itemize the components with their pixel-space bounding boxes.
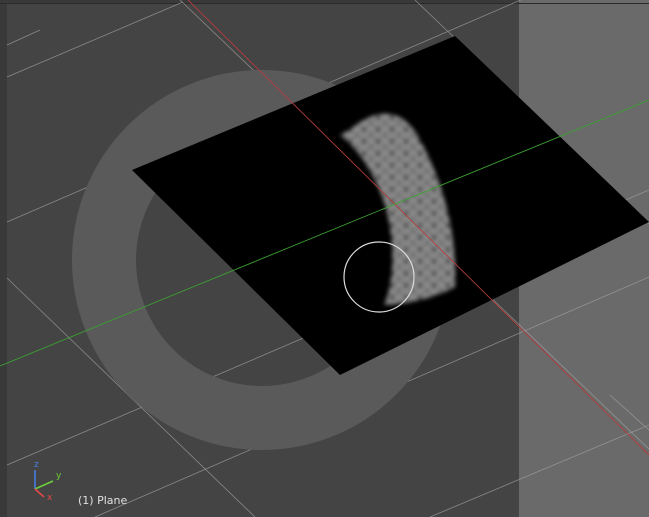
- viewport-scene[interactable]: [0, 0, 649, 517]
- gizmo-y-label: y: [56, 471, 62, 481]
- active-object-info: (1) Plane: [78, 494, 128, 507]
- 3d-viewport[interactable]: z y x (1) Plane: [0, 0, 649, 517]
- gizmo-z-label: z: [34, 460, 39, 470]
- gizmo-x-label: x: [47, 493, 53, 503]
